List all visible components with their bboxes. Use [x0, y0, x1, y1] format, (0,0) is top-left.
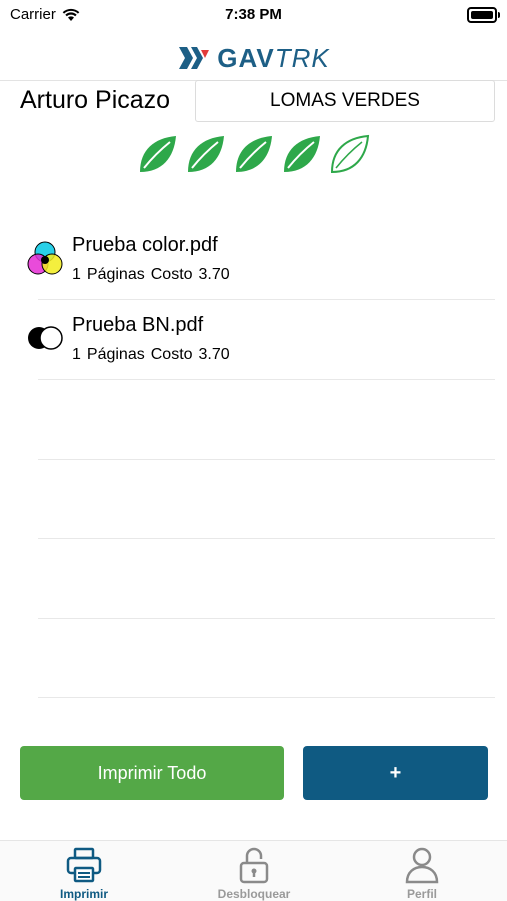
- row-divider: [38, 538, 495, 539]
- page-count: 1: [72, 346, 81, 363]
- file-name: Prueba BN.pdf: [72, 314, 204, 336]
- app-header: GAVTRK: [0, 38, 507, 78]
- row-divider: [38, 618, 495, 619]
- printer-icon: [66, 847, 102, 883]
- tab-label: Imprimir: [59, 887, 108, 901]
- print-all-button[interactable]: Imprimir Todo: [20, 746, 284, 800]
- cost-value: 3.70: [198, 346, 230, 363]
- list-item[interactable]: Prueba BN.pdf 1 Páginas Costo 3.70: [0, 300, 507, 378]
- file-meta: 1 Páginas Costo 3.70: [72, 346, 236, 364]
- add-file-button[interactable]: +: [303, 746, 488, 800]
- location-field[interactable]: LOMAS VERDES: [195, 80, 495, 122]
- pages-label: Páginas: [86, 266, 145, 283]
- pages-label: Páginas: [86, 346, 145, 363]
- list-item[interactable]: Prueba color.pdf 1 Páginas Costo 3.70: [0, 220, 507, 298]
- person-icon: [405, 847, 439, 884]
- logo-mark-icon: [179, 47, 210, 69]
- cost-value: 3.70: [198, 266, 230, 283]
- logo-text-gav: GAV: [217, 42, 275, 73]
- file-name: Prueba color.pdf: [72, 234, 218, 256]
- tab-imprimir[interactable]: Imprimir: [24, 845, 144, 901]
- tab-bar: Imprimir Desbloquear Perfil: [0, 840, 507, 901]
- tab-perfil[interactable]: Perfil: [362, 845, 482, 901]
- bw-circles-icon: [28, 326, 63, 350]
- row-divider: [38, 697, 495, 698]
- leaf-filled-icon: [280, 132, 324, 181]
- row-divider: [38, 379, 495, 380]
- leaf-filled-icon: [232, 132, 276, 181]
- leaf-filled-icon: [184, 132, 228, 181]
- page-count: 1: [72, 266, 81, 283]
- tab-label: Perfil: [406, 887, 437, 901]
- leaf-outline-icon: [328, 132, 372, 181]
- cost-label: Costo: [150, 266, 193, 283]
- leaf-filled-icon: [136, 132, 180, 181]
- tab-label: Desbloquear: [217, 887, 291, 901]
- cost-label: Costo: [150, 346, 193, 363]
- file-meta: 1 Páginas Costo 3.70: [72, 266, 236, 284]
- battery-icon: [467, 7, 500, 23]
- logo-text-trk: TRK: [274, 42, 330, 73]
- status-bar: Carrier 7:38 PM: [0, 0, 507, 30]
- user-name: Arturo Picazo: [20, 86, 171, 114]
- lock-icon: [239, 847, 269, 884]
- color-circles-icon: [27, 241, 63, 275]
- row-divider: [38, 459, 495, 460]
- eco-rating: [136, 132, 372, 181]
- clock: 7:38 PM: [225, 6, 282, 23]
- gavtrk-logo: GAVTRK: [177, 43, 329, 74]
- tab-desbloquear[interactable]: Desbloquear: [194, 845, 314, 901]
